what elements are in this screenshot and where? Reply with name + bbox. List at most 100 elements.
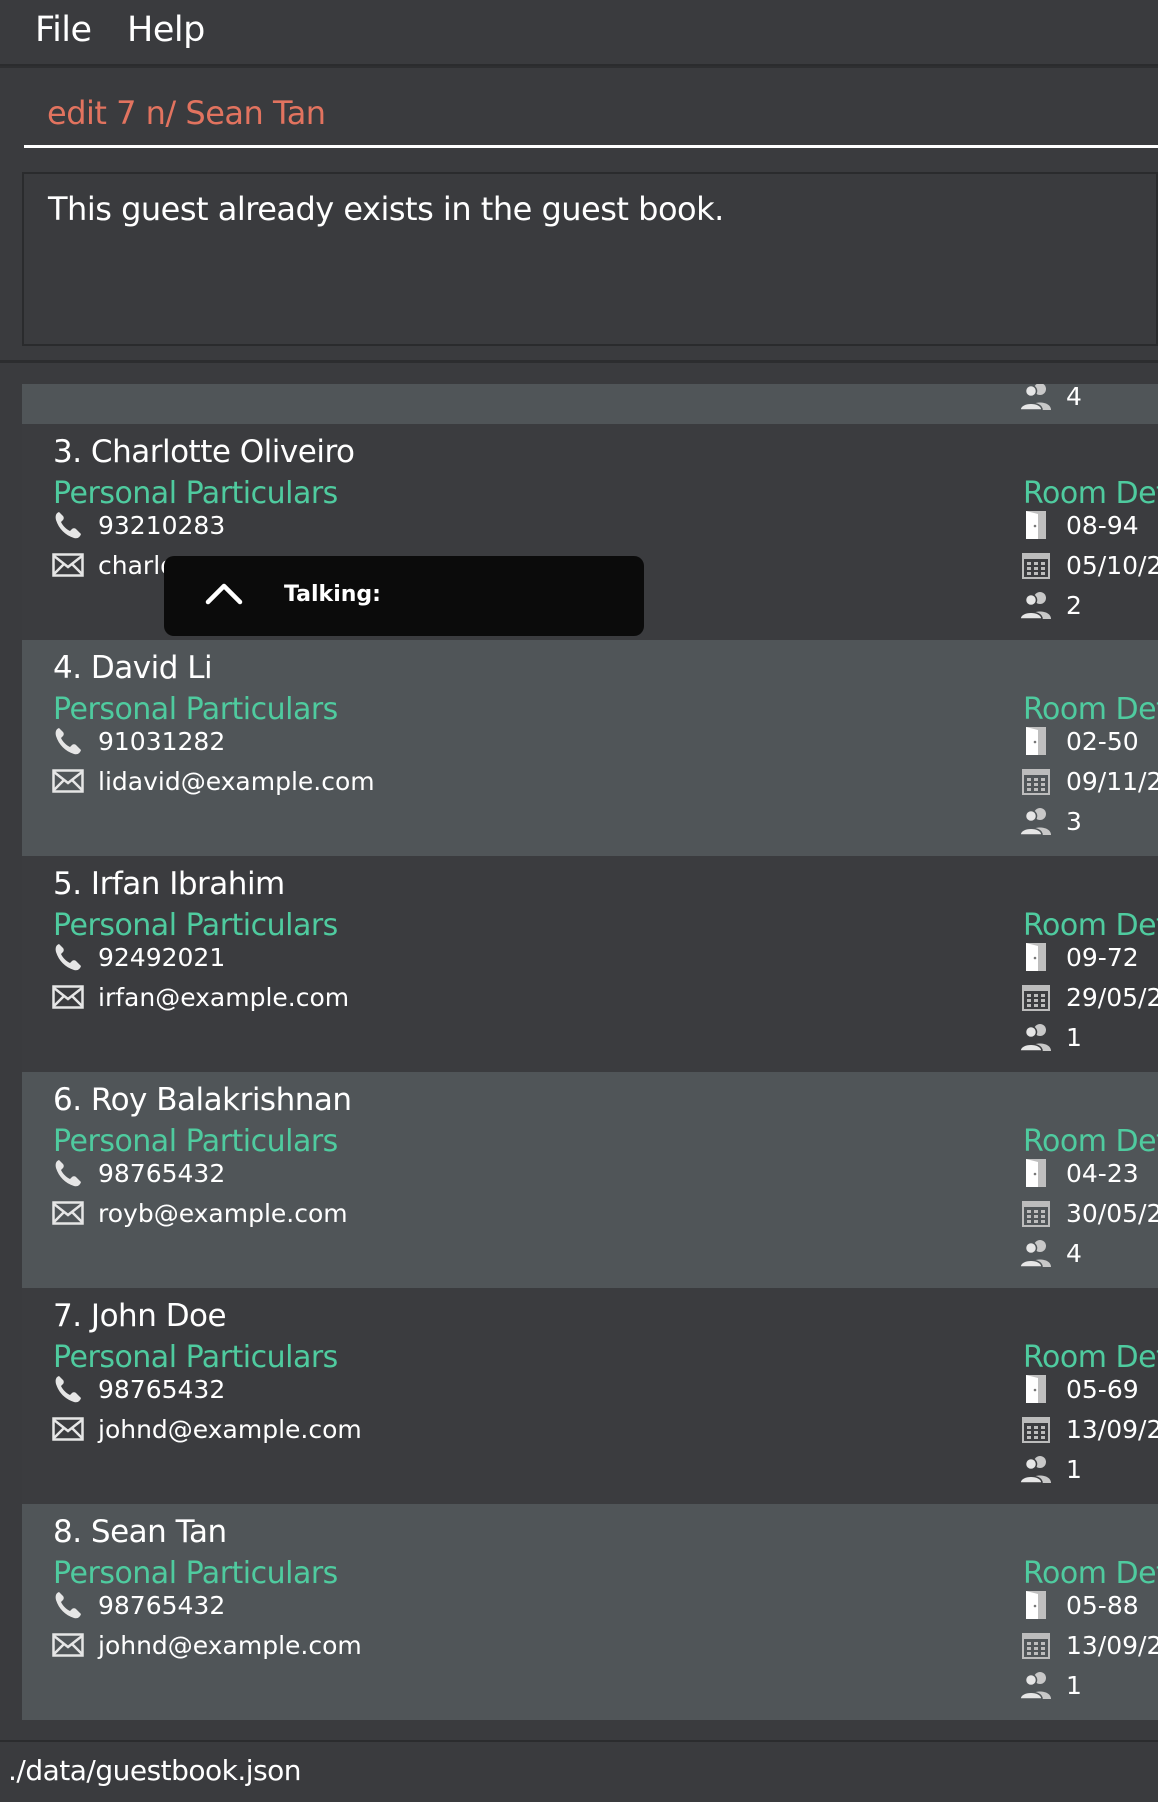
guests-value: 1 <box>1066 1670 1082 1700</box>
phone-value: 93210283 <box>98 510 226 540</box>
room-row: 09-72 <box>1020 942 1139 972</box>
room-details-label: Room Det <box>1023 692 1158 727</box>
personal-particulars-label: Personal Particulars <box>53 1556 338 1591</box>
menu-file[interactable]: File <box>35 10 92 50</box>
personal-particulars-label: Personal Particulars <box>53 476 338 511</box>
talking-label: Talking: <box>284 582 381 607</box>
email-value: johnd@example.com <box>98 1414 362 1444</box>
email-value: lidavid@example.com <box>98 766 375 796</box>
guests-row: 4 <box>1020 1238 1082 1268</box>
guest-name: 4. David Li <box>53 650 213 686</box>
personal-particulars-label: Personal Particulars <box>53 908 338 943</box>
room-value: 02-50 <box>1066 726 1139 756</box>
guest-card[interactable]: 8. Sean Tan Personal Particulars Room De… <box>22 1504 1158 1720</box>
status-bar: ./data/guestbook.json <box>0 1740 1158 1802</box>
date-value: 13/09/2 <box>1066 1630 1158 1660</box>
calendar-icon <box>1020 1414 1052 1444</box>
guest-card[interactable]: 7. John Doe Personal Particulars Room De… <box>22 1288 1158 1504</box>
guest-name: 7. John Doe <box>53 1298 227 1334</box>
people-icon <box>1020 590 1052 620</box>
personal-particulars-label: Personal Particulars <box>53 692 338 727</box>
date-row: 29/05/2 <box>1020 982 1158 1012</box>
date-value: 30/05/2 <box>1066 1198 1158 1228</box>
guest-card[interactable]: 6. Roy Balakrishnan Personal Particulars… <box>22 1072 1158 1288</box>
phone-icon <box>52 1374 84 1404</box>
email-value: royb@example.com <box>98 1198 348 1228</box>
guest-card-partial[interactable]: 4 <box>22 384 1158 424</box>
phone-value: 92492021 <box>98 942 226 972</box>
personal-particulars-label: Personal Particulars <box>53 1124 338 1159</box>
room-row: 08-94 <box>1020 510 1139 540</box>
phone-row: 91031282 <box>52 726 225 756</box>
room-value: 05-88 <box>1066 1590 1139 1620</box>
phone-row: 98765432 <box>52 1590 225 1620</box>
result-message: This guest already exists in the guest b… <box>48 190 724 228</box>
guests-value: 4 <box>1066 384 1082 411</box>
room-details-label: Room Det <box>1023 908 1158 943</box>
calendar-icon <box>1020 1630 1052 1660</box>
date-value: 09/11/2 <box>1066 766 1158 796</box>
room-value: 09-72 <box>1066 942 1139 972</box>
room-details-label: Room Det <box>1023 1340 1158 1375</box>
room-row: 02-50 <box>1020 726 1139 756</box>
room-value: 05-69 <box>1066 1374 1139 1404</box>
phone-value: 98765432 <box>98 1590 226 1620</box>
result-display: This guest already exists in the guest b… <box>22 172 1158 346</box>
command-panel: edit 7 n/ Sean Tan <box>0 66 1158 164</box>
email-row: johnd@example.com <box>52 1414 362 1444</box>
phone-value: 91031282 <box>98 726 226 756</box>
door-icon <box>1020 1158 1052 1188</box>
email-icon <box>52 550 84 580</box>
room-row: 05-88 <box>1020 1590 1139 1620</box>
email-icon <box>52 1630 84 1660</box>
email-icon <box>52 982 84 1012</box>
room-details-label: Room Det <box>1023 1124 1158 1159</box>
email-value: irfan@example.com <box>98 982 350 1012</box>
guest-name: 6. Roy Balakrishnan <box>53 1082 352 1118</box>
command-input[interactable]: edit 7 n/ Sean Tan <box>24 68 1158 148</box>
guests-value: 4 <box>1066 1238 1082 1268</box>
phone-row: 98765432 <box>52 1374 225 1404</box>
guests-value: 2 <box>1066 590 1082 620</box>
door-icon <box>1020 942 1052 972</box>
date-row: 13/09/2 <box>1020 1414 1158 1444</box>
people-icon <box>1020 806 1052 836</box>
people-icon <box>1020 384 1052 411</box>
phone-row: 93210283 <box>52 510 225 540</box>
save-location: ./data/guestbook.json <box>8 1754 302 1787</box>
door-icon <box>1020 726 1052 756</box>
date-row: 09/11/2 <box>1020 766 1158 796</box>
personal-particulars-label: Personal Particulars <box>53 1340 338 1375</box>
guest-card[interactable]: 5. Irfan Ibrahim Personal Particulars Ro… <box>22 856 1158 1072</box>
guests-value: 1 <box>1066 1454 1082 1484</box>
menu-help[interactable]: Help <box>127 10 205 50</box>
guest-card[interactable]: 4. David Li Personal Particulars Room De… <box>22 640 1158 856</box>
calendar-icon <box>1020 550 1052 580</box>
room-details-label: Room Det <box>1023 476 1158 511</box>
date-row: 05/10/2 <box>1020 550 1158 580</box>
phone-icon <box>52 510 84 540</box>
date-value: 05/10/2 <box>1066 550 1158 580</box>
email-row: charlo <box>52 550 175 580</box>
phone-value: 98765432 <box>98 1158 226 1188</box>
room-value: 08-94 <box>1066 510 1139 540</box>
email-icon <box>52 1414 84 1444</box>
guests-value: 1 <box>1066 1022 1082 1052</box>
chevron-up-icon[interactable] <box>204 578 244 612</box>
door-icon <box>1020 510 1052 540</box>
room-row: 05-69 <box>1020 1374 1139 1404</box>
email-value: johnd@example.com <box>98 1630 362 1660</box>
phone-icon <box>52 942 84 972</box>
guests-row: 1 <box>1020 1454 1082 1484</box>
room-details-label: Room Det <box>1023 1556 1158 1591</box>
phone-row: 98765432 <box>52 1158 225 1188</box>
people-icon <box>1020 1670 1052 1700</box>
calendar-icon <box>1020 982 1052 1012</box>
guest-name: 3. Charlotte Oliveiro <box>53 434 355 470</box>
phone-row: 92492021 <box>52 942 225 972</box>
guest-name: 5. Irfan Ibrahim <box>53 866 285 902</box>
email-row: lidavid@example.com <box>52 766 375 796</box>
menu-bar: File Help <box>0 0 1158 66</box>
calendar-icon <box>1020 1198 1052 1228</box>
guests-value: 3 <box>1066 806 1082 836</box>
